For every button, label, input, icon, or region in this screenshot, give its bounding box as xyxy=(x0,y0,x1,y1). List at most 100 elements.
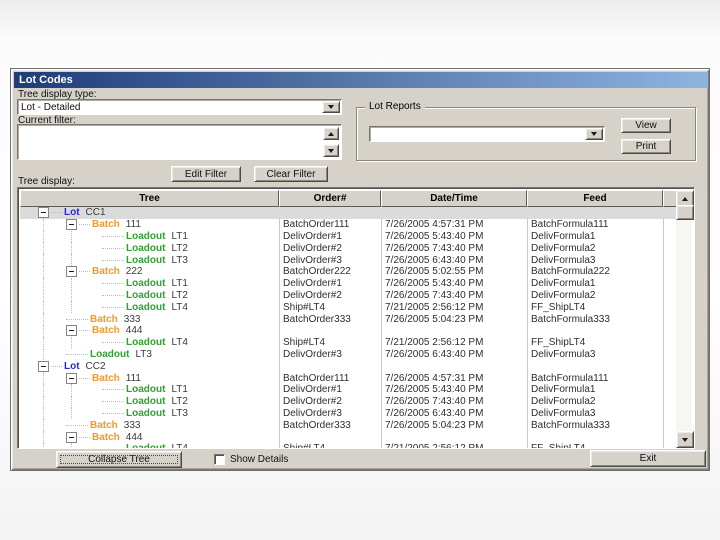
minus-box-icon[interactable] xyxy=(66,432,77,443)
tree-connector-dash xyxy=(102,236,124,237)
feed-cell: BatchFormula333 xyxy=(527,420,663,431)
tree-row[interactable]: LoadoutLT4Ship#LT47/21/2005 2:56:12 PMFF… xyxy=(20,337,678,349)
tree-row[interactable]: Batch111BatchOrder1117/26/2005 4:57:31 P… xyxy=(20,372,678,384)
current-filter-textarea[interactable] xyxy=(17,124,342,160)
tree-connector-line xyxy=(71,242,72,254)
tree-connector-dash xyxy=(102,248,124,249)
edit-filter-label: Edit Filter xyxy=(185,169,227,180)
order-cell: Ship#LT4 xyxy=(279,443,381,448)
minus-box-icon[interactable] xyxy=(66,325,77,336)
clear-filter-button[interactable]: Clear Filter xyxy=(254,166,328,182)
filter-scroll-down-button[interactable] xyxy=(323,144,339,157)
tree-row[interactable]: Batch444 xyxy=(20,431,678,443)
tree-row[interactable]: LoadoutLT1DelivOrder#17/26/2005 5:43:40 … xyxy=(20,278,678,290)
tree-connector-line xyxy=(71,231,72,243)
table-vertical-scrollbar[interactable] xyxy=(676,190,692,448)
feed-cell: FF_ShipLT4 xyxy=(527,302,663,313)
node-name: LT1 xyxy=(171,384,188,395)
order-cell: BatchOrder333 xyxy=(279,314,381,325)
tree-row[interactable]: Batch111BatchOrder1117/26/2005 4:57:31 P… xyxy=(20,219,678,231)
tree-display-type-select[interactable]: Lot - Detailed xyxy=(17,99,342,115)
tree-connector-dash xyxy=(66,319,88,320)
tree-row[interactable]: LoadoutLT1DelivOrder#17/26/2005 5:43:40 … xyxy=(20,384,678,396)
datetime-cell: 7/21/2005 2:56:12 PM xyxy=(381,337,527,348)
tree-row[interactable]: LoadoutLT4Ship#LT47/21/2005 2:56:12 PMFF… xyxy=(20,301,678,313)
node-name: LT3 xyxy=(171,408,188,419)
tree-row[interactable]: Batch222BatchOrder2227/26/2005 5:02:55 P… xyxy=(20,266,678,278)
title-bar[interactable]: Lot Codes xyxy=(14,72,708,88)
node-name: 111 xyxy=(126,219,141,230)
node-name: LT4 xyxy=(171,337,188,348)
tree-connector-line xyxy=(71,408,72,420)
tree-row[interactable]: LoadoutLT2DelivOrder#27/26/2005 7:43:40 … xyxy=(20,396,678,408)
tree-row[interactable]: LoadoutLT3DelivOrder#37/26/2005 6:43:40 … xyxy=(20,408,678,420)
show-details-checkbox[interactable] xyxy=(214,454,225,465)
tree-table: TreeOrder#Date/TimeFeed LotCC1Batch111Ba… xyxy=(17,187,695,449)
order-cell: DelivOrder#2 xyxy=(279,243,381,254)
exit-label: Exit xyxy=(640,453,657,464)
node-kind-label: Loadout xyxy=(126,408,165,419)
lot-reports-select[interactable] xyxy=(369,126,605,142)
show-details-label: Show Details xyxy=(230,454,288,465)
tree-connector-line xyxy=(43,419,44,431)
edit-filter-button[interactable]: Edit Filter xyxy=(171,166,241,182)
column-header-datetime[interactable]: Date/Time xyxy=(381,190,527,207)
view-button[interactable]: View xyxy=(621,118,671,133)
node-kind-label: Loadout xyxy=(126,384,165,395)
scrollbar-thumb[interactable] xyxy=(676,205,694,220)
datetime-cell: 7/26/2005 4:57:31 PM xyxy=(381,373,527,384)
tree-row[interactable]: LotCC1 xyxy=(20,207,678,219)
minus-glyph xyxy=(69,437,74,438)
column-header-tree[interactable]: Tree xyxy=(20,190,279,207)
tree-connector-line xyxy=(43,325,44,337)
tree-row[interactable]: LoadoutLT3DelivOrder#37/26/2005 6:43:40 … xyxy=(20,349,678,361)
tree-connector-dash xyxy=(79,330,90,331)
tree-connector-line xyxy=(43,443,44,448)
lot-reports-dropdown-button[interactable] xyxy=(585,128,603,140)
tree-row[interactable]: LoadoutLT2DelivOrder#27/26/2005 7:43:40 … xyxy=(20,290,678,302)
minus-box-icon[interactable] xyxy=(38,361,49,372)
tree-row[interactable]: Batch333BatchOrder3337/26/2005 5:04:23 P… xyxy=(20,313,678,325)
tree-display-type-value: Lot - Detailed xyxy=(21,102,80,113)
scroll-down-button[interactable] xyxy=(676,431,694,448)
minus-box-icon[interactable] xyxy=(66,266,77,277)
collapse-tree-button[interactable]: Collapse Tree xyxy=(56,451,182,468)
tree-connector-line xyxy=(43,349,44,361)
node-kind-label: Batch xyxy=(92,219,120,230)
tree-connector-line xyxy=(43,313,44,325)
tree-row[interactable]: LoadoutLT3DelivOrder#37/26/2005 6:43:40 … xyxy=(20,254,678,266)
tree-row[interactable]: LoadoutLT2DelivOrder#27/26/2005 7:43:40 … xyxy=(20,242,678,254)
tree-row[interactable]: LoadoutLT1DelivOrder#17/26/2005 5:43:40 … xyxy=(20,231,678,243)
tree-connector-line xyxy=(43,384,44,396)
tree-connector-dash xyxy=(102,260,124,261)
node-kind-label: Loadout xyxy=(126,396,165,407)
tree-connector-line xyxy=(71,384,72,396)
datetime-cell: 7/26/2005 7:43:40 PM xyxy=(381,290,527,301)
node-name: LT2 xyxy=(171,243,188,254)
tree-display-label: Tree display: xyxy=(18,176,75,187)
minus-box-icon[interactable] xyxy=(66,219,77,230)
tree-row[interactable]: Batch444 xyxy=(20,325,678,337)
node-name: CC2 xyxy=(86,361,106,372)
tree-row[interactable]: LotCC2 xyxy=(20,360,678,372)
node-name: LT2 xyxy=(171,396,188,407)
node-kind-label: Loadout xyxy=(126,302,165,313)
node-name: 333 xyxy=(124,420,141,431)
exit-button[interactable]: Exit xyxy=(590,450,706,467)
node-kind-label: Loadout xyxy=(90,349,129,360)
print-button[interactable]: Print xyxy=(621,139,671,154)
tree-row[interactable]: Batch333BatchOrder3337/26/2005 5:04:23 P… xyxy=(20,419,678,431)
node-kind-label: Lot xyxy=(64,207,80,218)
filter-scroll-up-button[interactable] xyxy=(323,127,339,140)
view-label: View xyxy=(635,120,657,131)
column-header-order[interactable]: Order# xyxy=(279,190,381,207)
tree-display-type-dropdown-button[interactable] xyxy=(322,101,340,113)
column-header-feed[interactable]: Feed xyxy=(527,190,663,207)
minus-box-icon[interactable] xyxy=(66,373,77,384)
datetime-cell: 7/26/2005 7:43:40 PM xyxy=(381,396,527,407)
tree-connector-line xyxy=(43,219,44,231)
scroll-down-icon xyxy=(328,149,334,153)
tree-row[interactable]: LoadoutLT4Ship#LT47/21/2005 2:56:12 PMFF… xyxy=(20,443,678,448)
minus-box-icon[interactable] xyxy=(38,207,49,218)
datetime-cell: 7/26/2005 7:43:40 PM xyxy=(381,243,527,254)
